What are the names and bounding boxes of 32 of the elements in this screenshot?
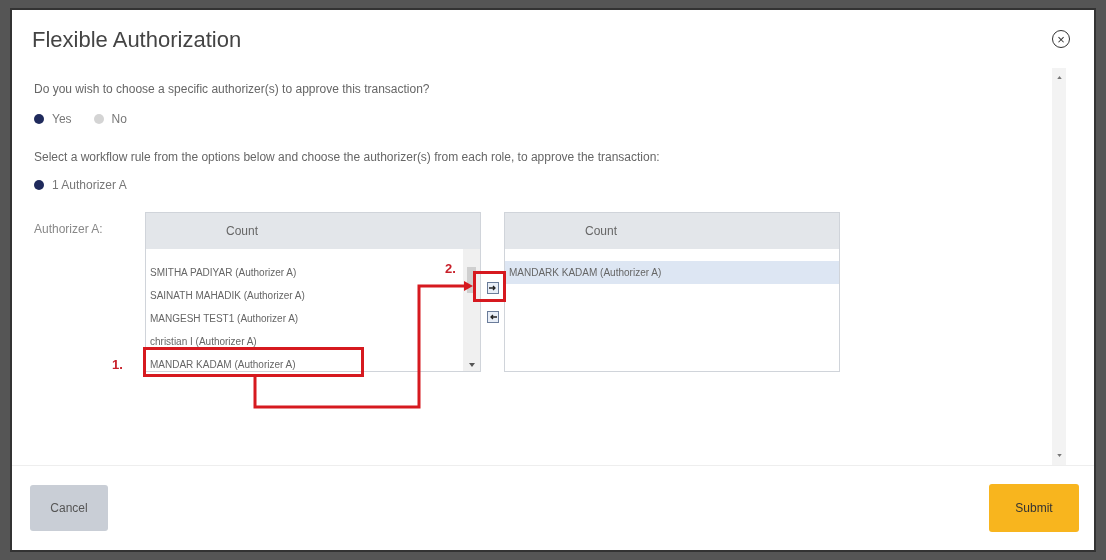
step-number: 1. (112, 356, 123, 374)
list-header: Count (146, 213, 480, 249)
question-text: Do you wish to choose a specific authorizer(s) to approve this transaction? (34, 81, 431, 98)
list-header: Count (505, 213, 839, 249)
radio-button[interactable] (93, 114, 104, 124)
radio-label: No (111, 111, 127, 128)
radio-label: Yes (52, 111, 72, 128)
instruction-text: Select a workflow rule from the options below and choose the authorizer(s) from each role, to approve the transaction: (34, 149, 661, 166)
list-item[interactable]: SMITHA PADIYAR (Authorizer A) (146, 261, 439, 284)
scrollbar[interactable] (463, 249, 480, 371)
list-item[interactable]: MANDARK KADAM (Authorizer A) (505, 261, 839, 284)
arrow-left-icon (488, 314, 497, 320)
dialog-title: Flexible Authorization (32, 25, 242, 54)
list-item[interactable]: MANGESH TEST1 (Authorizer A) (146, 307, 439, 330)
scroll-up-icon[interactable] (1056, 76, 1062, 79)
move-left-button[interactable] (486, 311, 499, 323)
scroll-down-icon[interactable] (468, 363, 475, 367)
field-label: Authorizer A: (34, 221, 104, 238)
radio-label: 1 Authorizer A (52, 177, 127, 194)
cancel-button[interactable]: Cancel (30, 485, 108, 531)
scrollbar[interactable] (1052, 68, 1066, 465)
radio-button[interactable] (34, 180, 44, 190)
list-item[interactable]: MANDAR KADAM (Authorizer A) (146, 353, 439, 371)
list-item[interactable]: christian I (Authorizer A) (146, 330, 439, 353)
radio-button[interactable] (34, 114, 44, 124)
list-item[interactable]: SAINATH MAHADIK (Authorizer A) (146, 284, 439, 307)
highlight-box (473, 271, 506, 302)
arrow-right-icon (488, 285, 497, 291)
step-number: 2. (445, 260, 456, 278)
move-right-button[interactable] (486, 282, 499, 294)
submit-button[interactable]: Submit (989, 484, 1079, 532)
scroll-down-icon[interactable] (1056, 454, 1062, 457)
